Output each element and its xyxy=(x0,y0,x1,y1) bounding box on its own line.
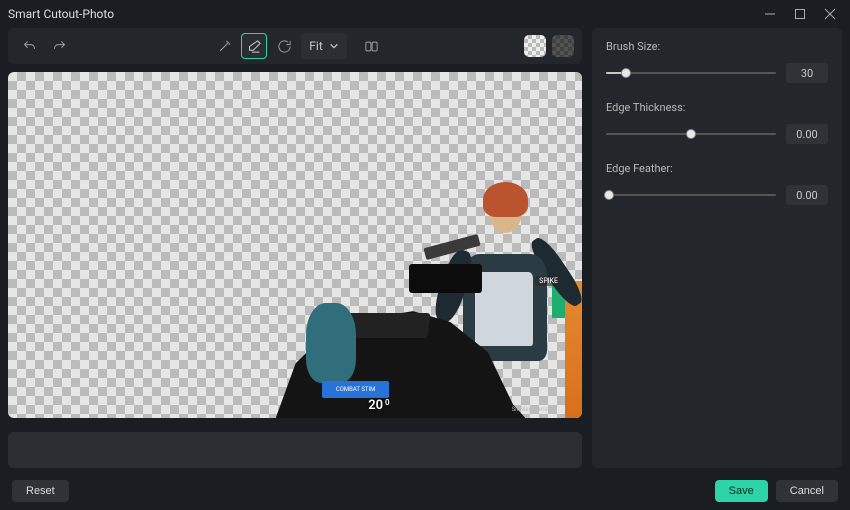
edge-feather-label: Edge Feather: xyxy=(606,162,828,175)
edge-feather-slider[interactable] xyxy=(606,194,776,196)
canvas[interactable]: SPIKE COMBAT STIM 20 0 Sir Magmamax xyxy=(8,72,582,418)
compare-icon[interactable] xyxy=(359,33,385,59)
minimize-icon[interactable] xyxy=(764,8,776,20)
zoom-select[interactable]: Fit xyxy=(301,33,346,59)
edge-thickness-label: Edge Thickness: xyxy=(606,101,828,114)
undo-icon[interactable] xyxy=(16,33,42,59)
cutout-subject: SPIKE COMBAT STIM 20 0 Sir Magmamax xyxy=(249,169,582,418)
footer: Reset Save Cancel xyxy=(0,472,850,510)
brush-size-slider[interactable] xyxy=(606,72,776,74)
toolbar: Fit xyxy=(8,28,582,64)
edge-feather-value[interactable]: 0.00 xyxy=(786,185,828,205)
titlebar: Smart Cutout-Photo xyxy=(0,0,850,28)
bg-transparent-toggle[interactable] xyxy=(524,35,546,57)
edge-thickness-value[interactable]: 0.00 xyxy=(786,124,828,144)
maximize-icon[interactable] xyxy=(794,8,806,20)
hud-player-name: Sir Magmamax xyxy=(512,406,552,413)
hud-spike-label: SPIKE xyxy=(535,276,562,286)
reset-button[interactable]: Reset xyxy=(12,480,69,502)
window-controls xyxy=(764,8,842,20)
zoom-label: Fit xyxy=(309,39,322,53)
brush-size-label: Brush Size: xyxy=(606,40,828,53)
bg-solid-toggle[interactable] xyxy=(552,35,574,57)
save-button[interactable]: Save xyxy=(715,480,768,502)
window-title: Smart Cutout-Photo xyxy=(8,7,764,21)
chevron-down-icon xyxy=(329,41,339,51)
cancel-button[interactable]: Cancel xyxy=(776,480,838,502)
close-icon[interactable] xyxy=(824,8,836,20)
hud-combat-stim: COMBAT STIM xyxy=(322,381,389,398)
refresh-icon[interactable] xyxy=(271,33,297,59)
wand-icon[interactable] xyxy=(211,33,237,59)
properties-panel: Brush Size: 30 Edge Thickness: 0.00 Edge… xyxy=(592,28,842,468)
brush-size-value[interactable]: 30 xyxy=(786,63,828,83)
redo-icon[interactable] xyxy=(46,33,72,59)
edge-thickness-slider[interactable] xyxy=(606,133,776,135)
hud-ammo: 20 0 xyxy=(349,398,409,418)
timeline-scrub[interactable] xyxy=(8,432,582,468)
canvas-wrap: SPIKE COMBAT STIM 20 0 Sir Magmamax xyxy=(8,72,582,418)
eraser-icon[interactable] xyxy=(241,33,267,59)
